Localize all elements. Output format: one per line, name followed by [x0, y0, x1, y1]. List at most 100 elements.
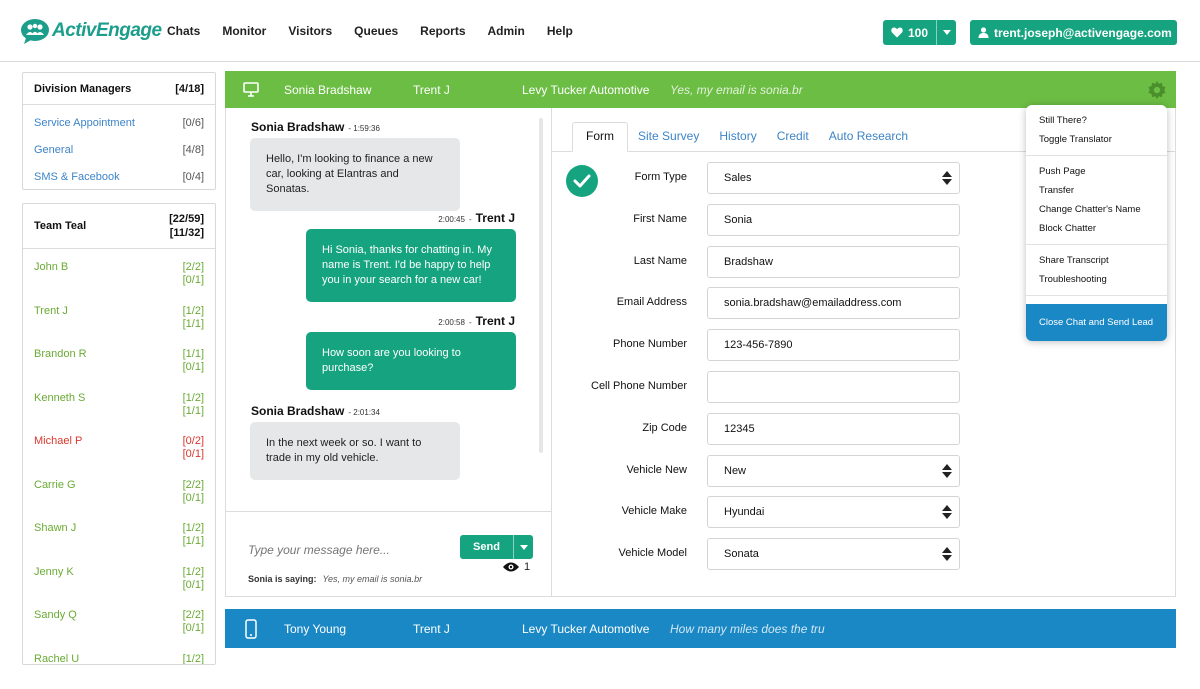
division-header[interactable]: Division Managers [4/18] [23, 73, 215, 105]
heart-dropdown-toggle[interactable] [936, 20, 956, 45]
message-sender: 2:00:58- Trent J [438, 314, 515, 328]
team-member-count-1: [2/2] [182, 609, 204, 621]
team-member-count-2: [1/1] [182, 535, 204, 547]
team-member-count-2: [0/1] [182, 491, 204, 504]
form-tabs: Form Site Survey History Credit Auto Res… [572, 122, 918, 152]
team-header[interactable]: Team Teal [22/59] [11/32] [23, 204, 215, 249]
form-field-value: Sonata [724, 548, 759, 561]
team-member[interactable]: John B [2/2] [0/1] [23, 249, 215, 293]
team-member-count-1: [1/2] [182, 652, 204, 665]
form-label: Email Address [616, 296, 687, 309]
close-chat-send-lead-button[interactable]: Close Chat and Send Lead [1026, 304, 1167, 341]
chat-bubble-incoming: Hello, I'm looking to finance a new car,… [250, 138, 460, 211]
tab-auto-research[interactable]: Auto Research [819, 122, 918, 152]
team-member[interactable]: Sandy Q [2/2] [0/1] [23, 597, 215, 641]
team-member[interactable]: Carrie G [2/2] [0/1] [23, 467, 215, 511]
transcript-scrollbar[interactable] [539, 118, 543, 453]
message-input[interactable] [248, 543, 448, 557]
viewer-count: 1 [524, 561, 531, 573]
heart-icon [891, 27, 903, 38]
user-menu-main[interactable]: trent.joseph@activengage.com [970, 20, 1180, 45]
form-input[interactable] [707, 371, 960, 403]
menu-item[interactable]: Troubleshooting [1026, 270, 1167, 289]
form-row: Phone Number 123-456-7890 [556, 329, 960, 362]
send-options-toggle[interactable] [513, 535, 533, 559]
team-member-count-2: [0/1] [182, 361, 204, 373]
user-dropdown-toggle[interactable] [1179, 20, 1189, 45]
form-input[interactable]: Sonia [707, 203, 960, 236]
menu-group: Still There? Toggle Translator [1026, 105, 1167, 156]
chevron-up-icon [942, 505, 952, 512]
top-bar: ActivEngage Chats Monitor Visitors Queue… [0, 0, 1200, 62]
division-item[interactable]: Service Appointment [0/6] [23, 109, 215, 136]
select-arrows-icon [942, 463, 952, 478]
nav-queues[interactable]: Queues [354, 24, 398, 38]
send-button[interactable]: Send [460, 535, 533, 559]
nav-reports[interactable]: Reports [420, 24, 465, 38]
division-item[interactable]: General [4/8] [23, 136, 215, 163]
heart-button-main[interactable]: 100 [883, 20, 936, 45]
team-member-counts: [2/2] [0/1] [183, 261, 204, 293]
menu-item[interactable]: Share Transcript [1026, 251, 1167, 270]
menu-item[interactable]: Still There? [1026, 111, 1167, 130]
nav-admin[interactable]: Admin [488, 24, 525, 38]
team-list: John B [2/2] [0/1] Trent J [1/2] [1/1] Brandon… [23, 249, 215, 665]
team-member[interactable]: Kenneth S [1/2] [1/1] [23, 380, 215, 424]
user-menu-button[interactable]: trent.joseph@activengage.com [970, 20, 1189, 45]
division-list: Service Appointment [0/6] General [4/8] SMS … [23, 105, 215, 190]
division-item-count: [4/8] [182, 143, 204, 156]
division-item[interactable]: SMS & Facebook [0/4] [23, 163, 215, 190]
form-select[interactable]: New [707, 454, 960, 487]
form-input[interactable]: sonia.bradshaw@emailaddress.com [707, 287, 960, 320]
dash-separator: - [468, 318, 472, 327]
nav-visitors[interactable]: Visitors [288, 24, 332, 38]
form-field-value: Sonia [724, 213, 753, 226]
menu-item[interactable]: Transfer [1026, 181, 1167, 200]
message-time: - 2:01:34 [348, 408, 380, 417]
team-member-name: Brandon R [34, 348, 87, 360]
send-label[interactable]: Send [460, 535, 513, 559]
message-time: 2:00:58 [438, 318, 465, 327]
tab-site-survey[interactable]: Site Survey [628, 122, 709, 152]
nav-chats[interactable]: Chats [167, 24, 200, 38]
message-sender: 2:00:45- Trent J [438, 211, 515, 225]
tab-form[interactable]: Form [572, 122, 628, 152]
tab-history[interactable]: History [709, 122, 766, 152]
nav-monitor[interactable]: Monitor [222, 24, 266, 38]
team-member[interactable]: Jenny K [1/2] [0/1] [23, 554, 215, 598]
team-member[interactable]: Michael P [0/2] [0/1] [23, 423, 215, 467]
form-select[interactable]: Hyundai [707, 496, 960, 529]
menu-item[interactable]: Toggle Translator [1026, 130, 1167, 149]
menu-item[interactable]: Change Chatter's Name [1026, 200, 1167, 219]
form-select[interactable]: Sales [707, 162, 960, 194]
logo-text: ActivEngage [52, 20, 162, 41]
team-member-count-1: [1/2] [182, 565, 204, 578]
chevron-up-icon [942, 171, 952, 177]
heart-button[interactable]: 100 [883, 20, 956, 45]
tab-credit[interactable]: Credit [767, 122, 819, 152]
team-member-count-1: [2/2] [182, 261, 204, 273]
form-field-value: Hyundai [724, 506, 765, 519]
team-member[interactable]: Shawn J [1/2] [1/1] [23, 510, 215, 554]
gear-icon[interactable] [1148, 81, 1166, 99]
form-input[interactable]: 123-456-7890 [707, 329, 960, 362]
form-field-value: New [724, 464, 747, 477]
team-count-b: [11/32] [169, 227, 204, 239]
form-row: Vehicle Make Hyundai [556, 496, 960, 529]
team-member[interactable]: Brandon R [1/1] [0/1] [23, 336, 215, 380]
team-member[interactable]: Rachel U [1/2] [23, 641, 215, 665]
menu-item[interactable]: Push Page [1026, 162, 1167, 181]
form-input[interactable]: 12345 [707, 412, 960, 445]
form-input[interactable]: Bradshaw [707, 245, 960, 278]
team-member-counts: [2/2] [0/1] [183, 479, 204, 511]
sender-name: Trent J [475, 211, 515, 225]
team-member-counts: [1/2] [1/1] [183, 522, 204, 554]
logo[interactable]: ActivEngage [20, 18, 162, 44]
queued-chat-bar[interactable]: Tony Young Trent J Levy Tucker Automotiv… [225, 609, 1176, 648]
active-chat-header[interactable]: Sonia Bradshaw Trent J Levy Tucker Autom… [225, 71, 1176, 108]
team-member[interactable]: Trent J [1/2] [1/1] [23, 293, 215, 337]
menu-item[interactable]: Block Chatter [1026, 219, 1167, 238]
form-field-value: 12345 [724, 422, 755, 435]
nav-help[interactable]: Help [547, 24, 573, 38]
form-select[interactable]: Sonata [707, 538, 960, 571]
